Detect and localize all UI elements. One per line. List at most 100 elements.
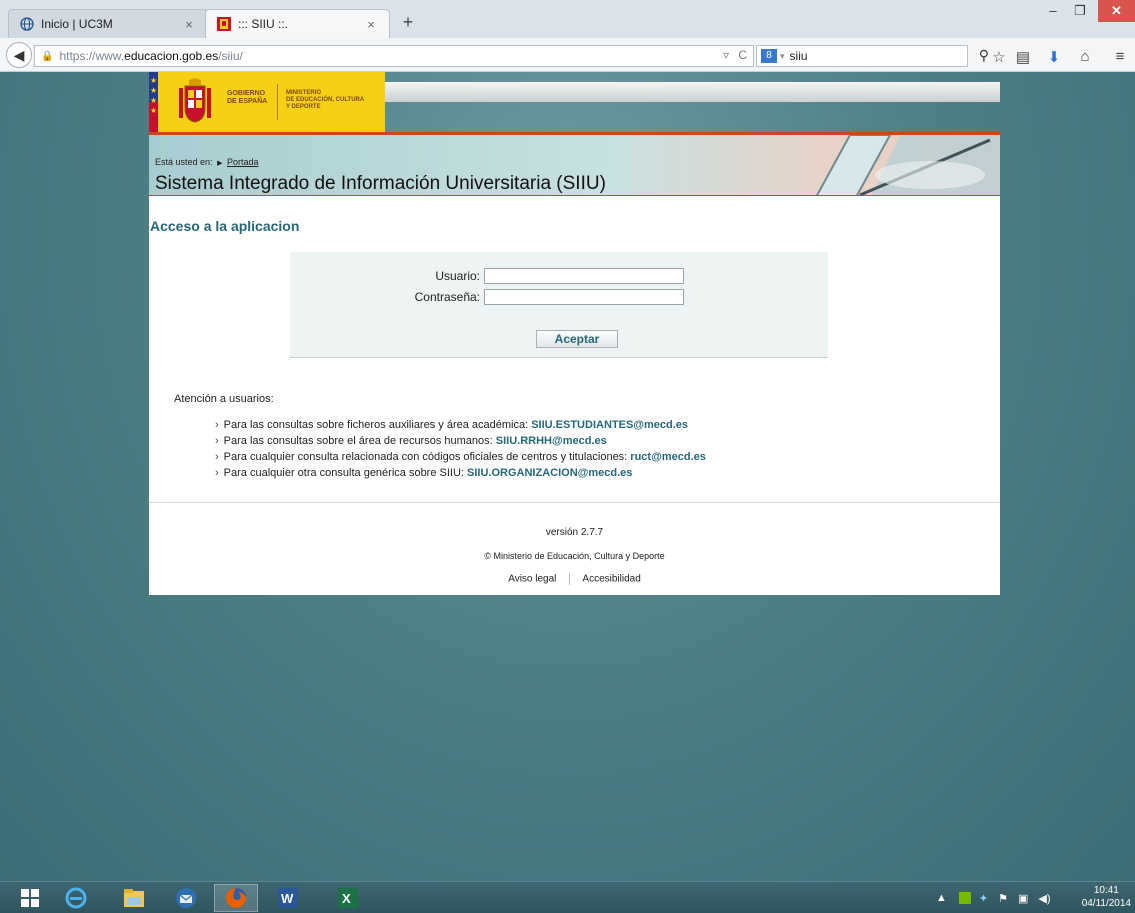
support-text: Para las consultas sobre el área de recu… (223, 435, 496, 447)
support-list: › Para las consultas sobre ficheros auxil… (215, 417, 706, 481)
svg-text:X: X (342, 891, 351, 906)
close-window-button[interactable]: ✕ (1098, 0, 1135, 22)
breadcrumb-prefix: Está usted en: (155, 157, 213, 167)
tab-title: Inicio | UC3M (41, 17, 113, 31)
download-icon[interactable]: ⬇ (1045, 48, 1063, 66)
lock-icon: 🔒 (41, 50, 54, 62)
legal-notice-link[interactable]: Aviso legal (508, 574, 556, 585)
word-icon[interactable]: W (266, 884, 310, 912)
internet-explorer-icon[interactable] (54, 884, 98, 912)
windows-taskbar: W X ▲ ✦ ⚑ ▣ ◀) 10:41 04/11/2014 (0, 881, 1135, 913)
system-banner: Está usted en: ▶ Portada Sistema Integra… (149, 132, 1000, 196)
clock-time: 10:41 (1093, 885, 1119, 896)
main-container: Está usted en: ▶ Portada Sistema Integra… (149, 132, 1000, 595)
support-text: Para cualquier otra consulta genérica so… (223, 467, 468, 479)
tab-siiu[interactable]: ::: SIIU ::. × (205, 9, 390, 38)
government-logo: ★ ★ ★ ★ GOBIERNO DE ESPAÑA MINISTERIO DE EDUC… (149, 72, 385, 132)
network-sync-icon[interactable]: ✦ (979, 892, 988, 905)
list-item: › Para cualquier otra consulta genérica s… (215, 465, 706, 481)
search-icon[interactable]: ⚲ (979, 47, 989, 64)
url-actions: ▿ C (723, 48, 747, 62)
footer-links: Aviso legal Accesibilidad (149, 573, 1000, 585)
page-title: Sistema Integrado de Información Univers… (155, 173, 606, 194)
url-host: educacion.gob.es (124, 49, 219, 63)
back-button[interactable]: ◀ (6, 42, 32, 68)
chevron-down-icon[interactable]: ▾ (780, 51, 785, 62)
close-tab-icon[interactable]: × (363, 17, 379, 32)
file-explorer-icon[interactable] (112, 884, 156, 912)
email-link[interactable]: ruct@mecd.es (630, 451, 706, 463)
submit-button[interactable]: Aceptar (536, 330, 618, 348)
email-link[interactable]: SIIU.RRHH@mecd.es (496, 435, 607, 447)
footer-divider (149, 502, 1000, 503)
new-tab-button[interactable]: + (398, 12, 418, 32)
government-header: ★ ★ ★ ★ GOBIERNO DE ESPAÑA MINISTERIO DE EDUC… (149, 72, 1000, 132)
support-text: Para cualquier consulta relacionada con … (223, 451, 631, 463)
bullet-icon: › (215, 451, 219, 463)
system-tray: ▲ ✦ ⚑ ▣ ◀) (936, 882, 1051, 913)
coat-of-arms-icon (179, 78, 211, 123)
eu-stars-icon: ★ ★ ★ ★ (150, 76, 158, 115)
email-link[interactable]: SIIU.ORGANIZACION@mecd.es (467, 467, 632, 479)
globe-icon (19, 16, 35, 32)
firefox-icon[interactable] (214, 884, 258, 912)
svg-text:W: W (281, 891, 294, 906)
bookmarks-list-icon[interactable]: ▤ (1014, 48, 1032, 66)
list-item: › Para cualquier consulta relacionada con… (215, 449, 706, 465)
nvidia-icon[interactable] (958, 892, 971, 904)
login-heading: Acceso a la aplicacion (150, 218, 300, 234)
government-text: GOBIERNO DE ESPAÑA (227, 90, 268, 105)
version-text: versión 2.7.7 (545, 527, 604, 538)
bullet-icon: › (215, 419, 219, 431)
dropdown-arrow-icon[interactable]: ▿ (723, 48, 729, 62)
breadcrumb: Está usted en: ▶ Portada (155, 157, 259, 167)
search-text: siiu (789, 49, 808, 63)
support-text: Para las consultas sobre ficheros auxili… (223, 419, 532, 431)
windows-start-icon[interactable] (8, 884, 52, 912)
username-label: Usuario: (435, 269, 480, 283)
list-item: › Para las consultas sobre ficheros auxil… (215, 417, 706, 433)
spain-shield-icon (216, 16, 232, 32)
network-icon[interactable]: ▣ (1018, 892, 1028, 905)
show-hidden-icons-icon[interactable]: ▲ (936, 892, 947, 904)
ministry-text: MINISTERIO DE EDUCACIÓN, CULTURA Y DEPORTE (286, 90, 365, 110)
excel-icon[interactable]: X (326, 884, 370, 912)
restore-button[interactable]: ❐ (1064, 0, 1096, 22)
email-link[interactable]: SIIU.ESTUDIANTES@mecd.es (531, 419, 688, 431)
list-item: › Para las consultas sobre el área de rec… (215, 433, 706, 449)
search-box[interactable]: 8 ▾ siiu ⚲ (756, 45, 989, 67)
thunderbird-icon[interactable] (164, 884, 208, 912)
menu-icon[interactable]: ≡ (1111, 48, 1129, 65)
arrow-left-icon: ◀ (13, 47, 25, 63)
copyright-text: © Ministerio de Educación, Cultura y Dep… (484, 551, 665, 561)
username-input[interactable] (484, 268, 684, 284)
browser-tabstrip: Inicio | UC3M × ::: SIIU ::. × + – ❐ ✕ (0, 0, 1135, 38)
url-path: /siiu/ (218, 49, 243, 63)
breadcrumb-arrow-icon: ▶ (217, 160, 223, 167)
url-prefix: https://www. (59, 49, 125, 63)
action-center-flag-icon[interactable]: ⚑ (998, 892, 1008, 905)
clock-date: 04/11/2014 (1081, 898, 1131, 909)
url-bar[interactable]: 🔒 https://www. educacion.gob.es/siiu/ ▿ C (34, 45, 754, 67)
tablet-stylus-illustration (816, 135, 1000, 195)
header-stripe (385, 82, 1000, 102)
eu-flag-strip: ★ ★ ★ ★ (149, 72, 158, 132)
bullet-icon: › (215, 435, 219, 447)
home-icon[interactable]: ⌂ (1076, 48, 1094, 65)
breadcrumb-link-portada[interactable]: Portada (227, 157, 259, 167)
password-input[interactable] (484, 289, 684, 305)
navigation-bar: ◀ 🔒 https://www. educacion.gob.es/siiu/ ▿… (0, 38, 1135, 72)
login-form: Usuario: Contraseña: Aceptar (290, 252, 828, 358)
accessibility-link[interactable]: Accesibilidad (582, 574, 640, 585)
bookmark-star-icon[interactable]: ☆ (990, 48, 1008, 66)
volume-icon[interactable]: ◀) (1038, 892, 1050, 905)
tab-title: ::: SIIU ::. (238, 17, 289, 31)
bullet-icon: › (215, 467, 219, 479)
support-heading: Atención a usuarios: (174, 393, 274, 405)
reload-icon[interactable]: C (738, 48, 747, 62)
close-tab-icon[interactable]: × (181, 17, 197, 32)
taskbar-clock[interactable]: 10:41 04/11/2014 (1082, 884, 1131, 910)
tab-uc3m[interactable]: Inicio | UC3M × (8, 9, 208, 38)
link-separator (569, 573, 571, 585)
google-icon[interactable]: 8 (761, 49, 777, 63)
